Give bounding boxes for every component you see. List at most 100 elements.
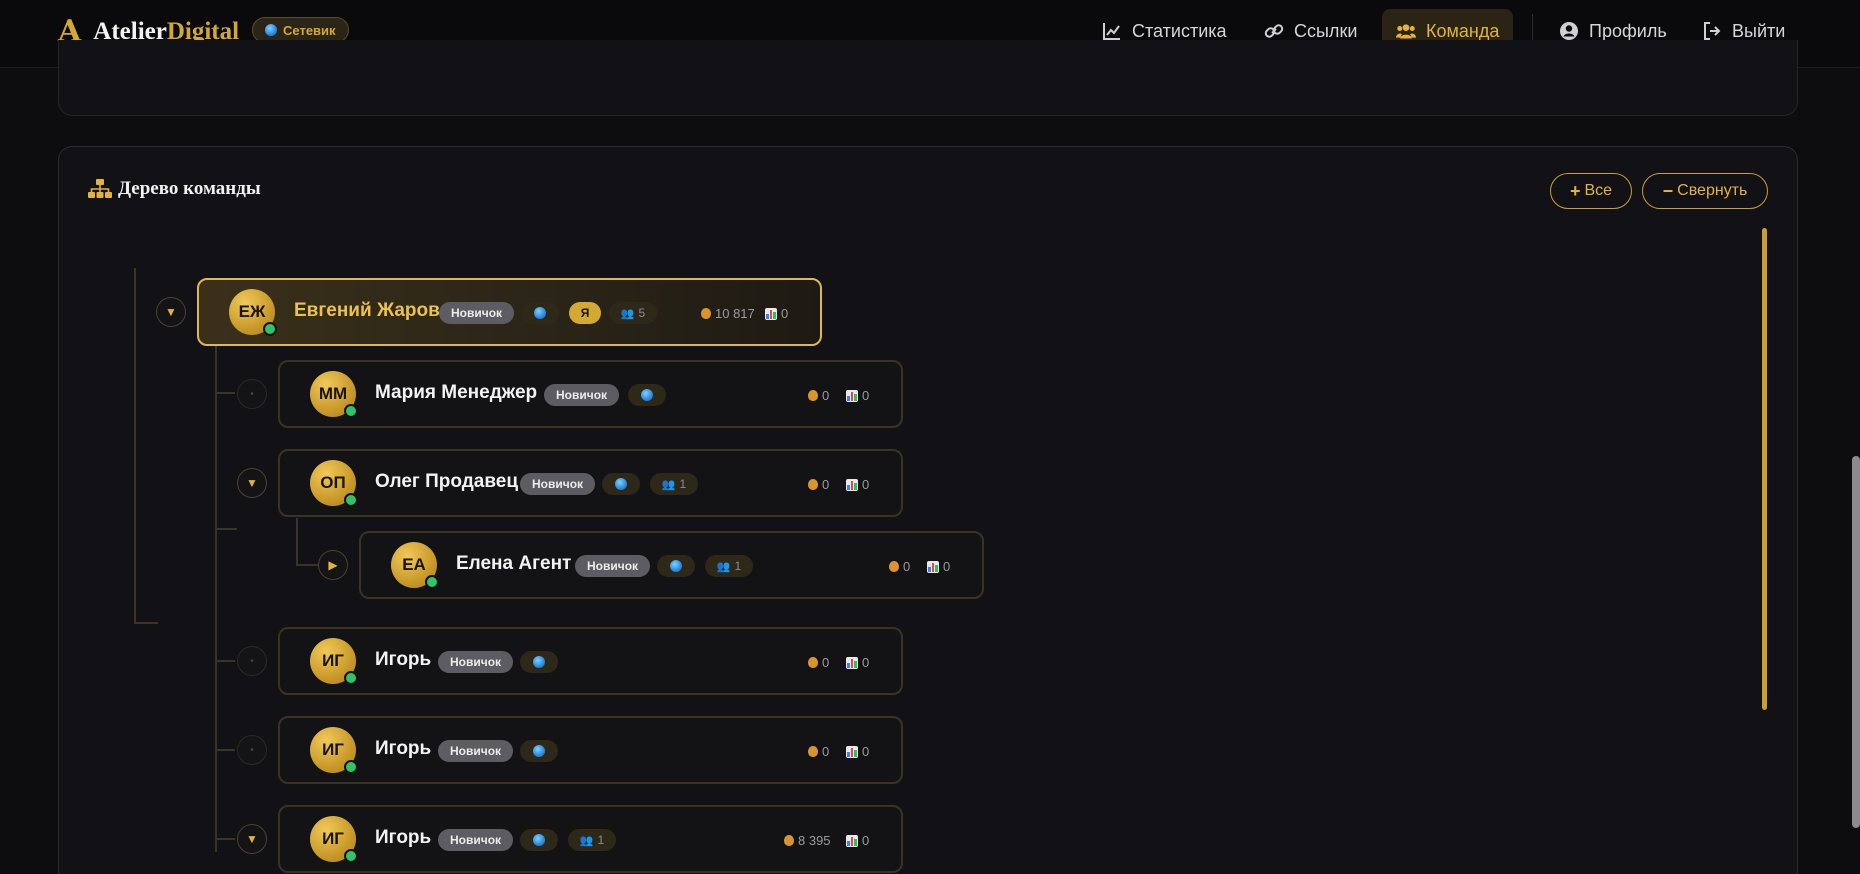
tree-node[interactable]: ММ Мария Менеджер Новичок 0 0 — [278, 360, 903, 428]
node-toggle-collapse[interactable]: ▼ — [156, 297, 186, 327]
role-badge-label: Сетевик — [283, 22, 336, 38]
team-count-badge: 👥 1 — [568, 829, 616, 851]
logout-icon — [1704, 22, 1721, 40]
earnings-value: 8 395 — [798, 833, 831, 848]
tree-node[interactable]: ИГ Игорь Новичок 👥 1 8 395 0 — [278, 805, 903, 873]
earnings-stat: 0 — [808, 477, 829, 492]
nav-team-label: Команда — [1426, 20, 1500, 41]
bar-chart-icon — [846, 656, 858, 669]
node-toggle-leaf[interactable]: • — [237, 379, 267, 409]
expand-all-label: Все — [1584, 182, 1613, 199]
team-count-badge: 👥 1 — [705, 555, 753, 577]
sales-value: 0 — [862, 477, 870, 492]
online-status-dot — [263, 322, 277, 336]
node-toggle-leaf[interactable]: • — [237, 646, 267, 676]
online-status-dot — [344, 493, 358, 507]
upper-panel — [58, 40, 1798, 116]
online-status-dot — [344, 849, 358, 863]
member-name: Игорь — [375, 827, 432, 848]
tree-line — [215, 528, 237, 530]
team-count-badge: 👥 5 — [609, 302, 657, 324]
tree-line — [215, 660, 235, 662]
sales-stat: 0 — [765, 306, 788, 321]
network-badge — [657, 555, 695, 577]
money-bag-icon — [701, 308, 711, 319]
node-toggle-collapse[interactable]: ▼ — [237, 468, 267, 498]
bar-chart-icon — [846, 478, 858, 491]
tree-node[interactable]: ИГ Игорь Новичок 0 0 — [278, 716, 903, 784]
member-name: Игорь — [375, 738, 432, 759]
online-status-dot — [344, 404, 358, 418]
users-icon — [1396, 24, 1416, 39]
globe-icon — [265, 24, 277, 36]
sales-value: 0 — [862, 388, 870, 403]
money-bag-icon — [784, 835, 794, 846]
rank-badge: Новичок — [439, 302, 515, 324]
collapse-all-label: Свернуть — [1677, 182, 1748, 199]
earnings-stat: 0 — [889, 559, 910, 574]
page-scrollbar[interactable] — [1852, 456, 1860, 828]
rank-badge: Новичок — [544, 384, 620, 406]
money-bag-icon — [808, 390, 818, 401]
network-badge — [602, 473, 640, 495]
sales-value: 0 — [943, 559, 951, 574]
minus-icon: − — [1662, 180, 1674, 201]
users-icon: 👥 — [620, 307, 635, 320]
collapse-all-button[interactable]: − Свернуть — [1642, 173, 1768, 209]
money-bag-icon — [808, 479, 818, 490]
member-name: Мария Менеджер — [375, 382, 538, 403]
member-name: Елена Агент — [456, 553, 572, 574]
tree-node[interactable]: ОП Олег Продавец Новичок 👥 1 0 0 — [278, 449, 903, 517]
rank-badge: Новичок — [520, 473, 596, 495]
chart-line-icon — [1103, 23, 1120, 40]
nav-profile-label: Профиль — [1589, 20, 1667, 41]
tree-line — [296, 518, 298, 566]
tree-line — [134, 622, 158, 624]
sales-value: 0 — [862, 655, 870, 670]
network-badge — [520, 740, 558, 762]
team-tree-title: Дерево команды — [88, 178, 261, 200]
sales-stat: 0 — [846, 655, 869, 670]
expand-all-button[interactable]: + Все — [1550, 173, 1632, 209]
node-toggle-collapse[interactable]: ▼ — [237, 824, 267, 854]
tree-line — [296, 564, 318, 566]
online-status-dot — [344, 760, 358, 774]
node-toggle-expand[interactable]: ▶ — [318, 550, 348, 580]
online-status-dot — [344, 671, 358, 685]
users-icon: 👥 — [661, 478, 676, 491]
online-status-dot — [425, 575, 439, 589]
globe-icon — [615, 478, 627, 490]
rank-badge: Новичок — [438, 829, 514, 851]
earnings-stat: 8 395 — [784, 833, 831, 848]
node-toggle-leaf[interactable]: • — [237, 735, 267, 765]
globe-icon — [533, 745, 545, 757]
sales-stat: 0 — [846, 744, 869, 759]
earnings-value: 0 — [822, 655, 830, 670]
team-count: 1 — [597, 833, 605, 847]
earnings-value: 0 — [822, 388, 830, 403]
sales-stat: 0 — [846, 477, 869, 492]
tree-node[interactable]: ЕА Елена Агент Новичок 👥 1 0 0 — [359, 531, 984, 599]
globe-icon — [534, 307, 546, 319]
team-count-badge: 👥 1 — [650, 473, 698, 495]
users-icon: 👥 — [716, 560, 731, 573]
earnings-stat: 0 — [808, 744, 829, 759]
member-name: Игорь — [375, 649, 432, 670]
nav-links-label: Ссылки — [1294, 20, 1358, 41]
earnings-value: 0 — [822, 744, 830, 759]
team-count: 1 — [734, 559, 742, 573]
bar-chart-icon — [846, 834, 858, 847]
user-circle-icon — [1560, 22, 1578, 40]
bar-chart-icon — [927, 560, 939, 573]
tree-line — [134, 268, 136, 624]
globe-icon — [670, 560, 682, 572]
tree-node-root[interactable]: ЕЖ Евгений Жаров Новичок Я 👥 5 10 817 0 — [197, 278, 822, 346]
tree-scrollbar[interactable] — [1762, 228, 1767, 710]
network-badge — [520, 651, 558, 673]
sales-stat: 0 — [846, 833, 869, 848]
member-name: Олег Продавец — [375, 471, 519, 492]
nav-statistics-label: Статистика — [1132, 20, 1227, 41]
tree-node[interactable]: ИГ Игорь Новичок 0 0 — [278, 627, 903, 695]
earnings-stat: 0 — [808, 655, 829, 670]
tree-line — [215, 749, 235, 751]
